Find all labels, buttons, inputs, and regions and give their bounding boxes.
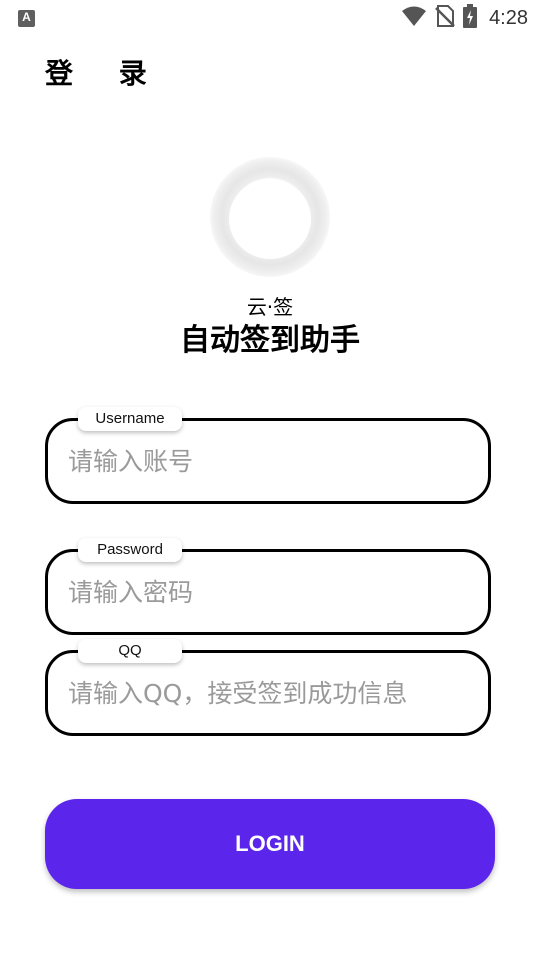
password-field[interactable]: Password xyxy=(45,538,491,635)
qq-field[interactable]: QQ xyxy=(45,639,491,736)
no-sim-icon xyxy=(435,5,455,31)
status-icons: 4:28 xyxy=(401,4,528,32)
username-label: Username xyxy=(78,407,182,431)
app-name: 自动签到助手 xyxy=(180,323,360,358)
username-field[interactable]: Username xyxy=(45,407,491,504)
app-logo xyxy=(210,157,330,277)
logo-inner-circle xyxy=(229,179,311,259)
qq-label: QQ xyxy=(78,639,182,663)
password-label: Password xyxy=(78,538,182,562)
qq-input[interactable] xyxy=(68,673,468,713)
status-bar: A 4:28 xyxy=(0,0,540,36)
password-input[interactable] xyxy=(68,572,468,612)
page-title: 登 录 xyxy=(45,57,165,90)
battery-charging-icon xyxy=(463,4,478,32)
wifi-icon xyxy=(401,5,427,31)
status-time: 4:28 xyxy=(489,6,528,29)
notification-icon: A xyxy=(18,10,35,27)
username-input[interactable] xyxy=(68,441,468,481)
app-subname: 云·签 xyxy=(246,295,294,319)
login-button[interactable]: LOGIN xyxy=(45,799,495,889)
